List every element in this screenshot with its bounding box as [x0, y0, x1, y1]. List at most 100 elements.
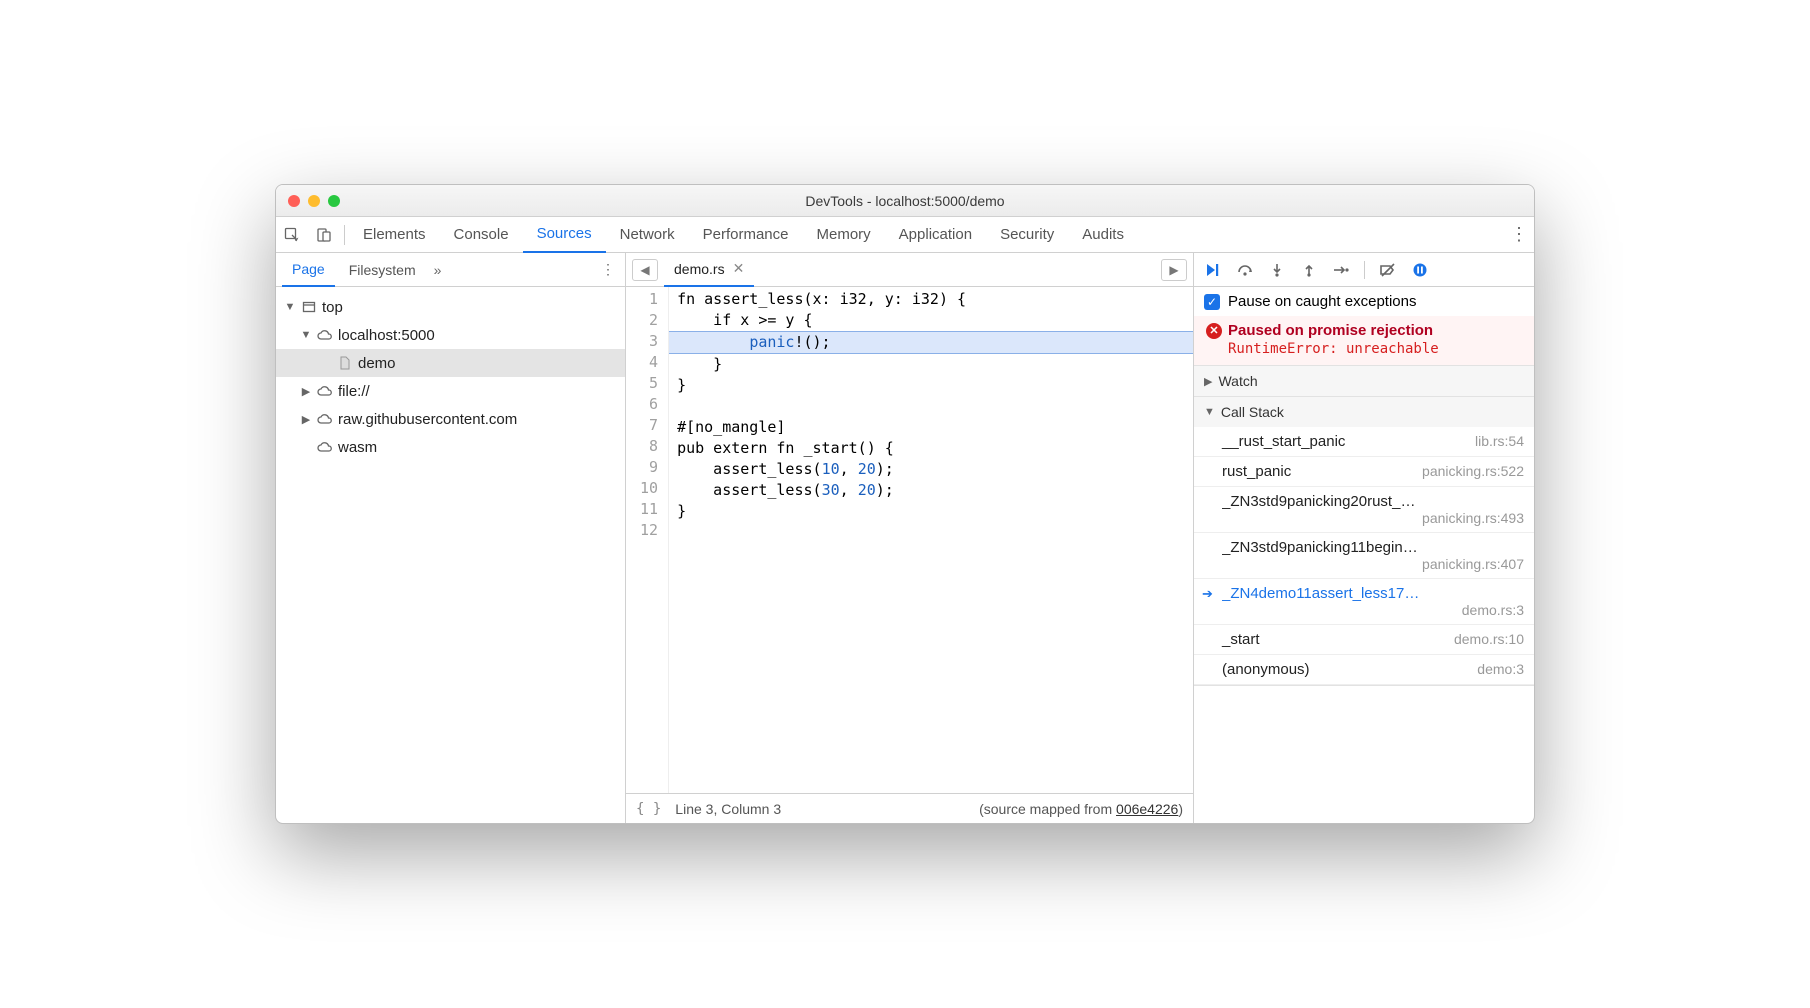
main-tab-security[interactable]: Security: [986, 217, 1068, 253]
code-editor[interactable]: 123456789101112 fn assert_less(x: i32, y…: [626, 287, 1193, 793]
code-line: pub extern fn _start() {: [669, 438, 1193, 459]
frame-location: panicking.rs:407: [1222, 556, 1524, 572]
tree-item[interactable]: demo: [276, 349, 625, 377]
callstack-section-header[interactable]: ▼ Call Stack: [1194, 397, 1534, 427]
minimize-window-button[interactable]: [308, 195, 320, 207]
debugger-toolbar: [1194, 253, 1534, 287]
chevron-down-icon: ▼: [1204, 406, 1215, 418]
pause-reason-title: Paused on promise rejection: [1228, 322, 1433, 339]
code-line: [669, 396, 1193, 417]
window-title: DevTools - localhost:5000/demo: [276, 193, 1534, 209]
tree-twisty-icon: ▶: [300, 413, 312, 426]
code-line: }: [669, 501, 1193, 522]
callstack-frame[interactable]: _ZN3std9panicking20rust_pani...panicking…: [1194, 487, 1534, 533]
cloud-icon: [316, 329, 334, 341]
divider: [344, 225, 345, 245]
code-line: }: [669, 354, 1193, 375]
navigator-tab-filesystem[interactable]: Filesystem: [339, 253, 426, 287]
frame-function: _start: [1222, 631, 1260, 648]
pause-on-caught-label: Pause on caught exceptions: [1228, 293, 1416, 310]
chevron-right-icon: ▶: [1204, 375, 1212, 388]
frame-function: __rust_start_panic: [1222, 433, 1345, 450]
pretty-print-icon[interactable]: { }: [636, 801, 661, 817]
file-tree: ▼ top ▼localhost:5000 demo ▶file://▶raw.gith…: [276, 287, 625, 823]
tree-item[interactable]: ▶raw.githubusercontent.com: [276, 405, 625, 433]
editor-tabbar: ◀ demo.rs ✕ ▶: [626, 253, 1193, 287]
step-over-icon[interactable]: [1234, 259, 1256, 281]
main-tab-application[interactable]: Application: [885, 217, 986, 253]
frame-function: _ZN3std9panicking11begin_pa...: [1222, 539, 1422, 556]
main-tab-elements[interactable]: Elements: [349, 217, 440, 253]
pause-exceptions-icon[interactable]: [1409, 259, 1431, 281]
code-line: [669, 522, 1193, 543]
callstack-frame[interactable]: panicking.rs:522 rust_panic: [1194, 457, 1534, 487]
code-line: fn assert_less(x: i32, y: i32) {: [669, 289, 1193, 310]
main-tab-network[interactable]: Network: [606, 217, 689, 253]
frame-location: panicking.rs:493: [1222, 510, 1524, 526]
source-map-info: (source mapped from 006e4226): [979, 801, 1183, 817]
main-tab-memory[interactable]: Memory: [803, 217, 885, 253]
navigator-tab-page[interactable]: Page: [282, 253, 335, 287]
pause-on-caught-row[interactable]: ✓ Pause on caught exceptions: [1194, 287, 1534, 316]
callstack-frame[interactable]: demo.rs:10_start: [1194, 625, 1534, 655]
callstack-frame[interactable]: _ZN4demo11assert_less17hc8...demo.rs:3: [1194, 579, 1534, 625]
frame-location: lib.rs:54: [1475, 433, 1524, 449]
navigator-panel: Page Filesystem » ⋮ ▼ top ▼localhost:5000 d…: [276, 253, 626, 823]
editor-filename: demo.rs: [674, 261, 725, 277]
checkbox-checked-icon[interactable]: ✓: [1204, 294, 1220, 310]
tree-item-label: demo: [358, 355, 396, 372]
tree-item[interactable]: ▼ top: [276, 293, 625, 321]
callstack-list: lib.rs:54 __rust_start_panic panicking.rs:…: [1194, 427, 1534, 685]
inspect-icon[interactable]: [276, 217, 308, 253]
cloud-icon: [316, 441, 334, 453]
window-controls: [276, 195, 340, 207]
history-back-icon[interactable]: ◀: [632, 259, 658, 281]
callstack-frame[interactable]: demo:3(anonymous): [1194, 655, 1534, 685]
tree-item[interactable]: ▶file://: [276, 377, 625, 405]
device-toggle-icon[interactable]: [308, 217, 340, 253]
step-icon[interactable]: [1330, 259, 1352, 281]
frame-function: (anonymous): [1222, 661, 1310, 678]
deactivate-breakpoints-icon[interactable]: [1377, 259, 1399, 281]
frame-icon: [300, 300, 318, 314]
navigator-more-tabs[interactable]: »: [430, 262, 446, 278]
titlebar: DevTools - localhost:5000/demo: [276, 185, 1534, 217]
code-line: assert_less(30, 20);: [669, 480, 1193, 501]
cursor-position: Line 3, Column 3: [675, 801, 781, 817]
kebab-menu-icon[interactable]: ⋮: [1504, 224, 1534, 245]
close-window-button[interactable]: [288, 195, 300, 207]
editor-statusbar: { } Line 3, Column 3 (source mapped from…: [626, 793, 1193, 823]
main-tab-audits[interactable]: Audits: [1068, 217, 1138, 253]
frame-function: _ZN3std9panicking20rust_pani...: [1222, 493, 1422, 510]
tree-twisty-icon: ▼: [284, 301, 296, 313]
callstack-frame[interactable]: _ZN3std9panicking11begin_pa...panicking.…: [1194, 533, 1534, 579]
code-line: assert_less(10, 20);: [669, 459, 1193, 480]
main-tab-sources[interactable]: Sources: [523, 217, 606, 253]
editor-file-tab[interactable]: demo.rs ✕: [664, 253, 754, 287]
frame-function: _ZN4demo11assert_less17hc8...: [1222, 585, 1422, 602]
content-area: Page Filesystem » ⋮ ▼top▼localhost:5000d…: [276, 253, 1534, 823]
main-tab-performance[interactable]: Performance: [689, 217, 803, 253]
navigator-menu-icon[interactable]: ⋮: [597, 261, 619, 278]
tree-item-label: localhost:5000: [338, 327, 435, 344]
frame-location: panicking.rs:522: [1422, 463, 1524, 479]
code-lines: fn assert_less(x: i32, y: i32) { if x >=…: [669, 287, 1193, 793]
step-out-icon[interactable]: [1298, 259, 1320, 281]
code-line: }: [669, 375, 1193, 396]
step-into-icon[interactable]: [1266, 259, 1288, 281]
code-line: panic!();: [669, 331, 1193, 354]
frame-function: rust_panic: [1222, 463, 1291, 480]
tree-item[interactable]: ▼localhost:5000: [276, 321, 625, 349]
tree-item[interactable]: wasm: [276, 433, 625, 461]
code-line: if x >= y {: [669, 310, 1193, 331]
zoom-window-button[interactable]: [328, 195, 340, 207]
close-tab-icon[interactable]: ✕: [733, 260, 745, 277]
source-map-link[interactable]: 006e4226: [1116, 801, 1178, 817]
resume-icon[interactable]: [1202, 259, 1224, 281]
editor-panel: ◀ demo.rs ✕ ▶ 123456789101112 fn assert_…: [626, 253, 1194, 823]
tree-item-label: top: [322, 299, 343, 316]
main-tab-console[interactable]: Console: [440, 217, 523, 253]
watch-section-header[interactable]: ▶ Watch: [1194, 366, 1534, 396]
callstack-frame[interactable]: lib.rs:54 __rust_start_panic: [1194, 427, 1534, 457]
history-forward-icon[interactable]: ▶: [1161, 259, 1187, 281]
